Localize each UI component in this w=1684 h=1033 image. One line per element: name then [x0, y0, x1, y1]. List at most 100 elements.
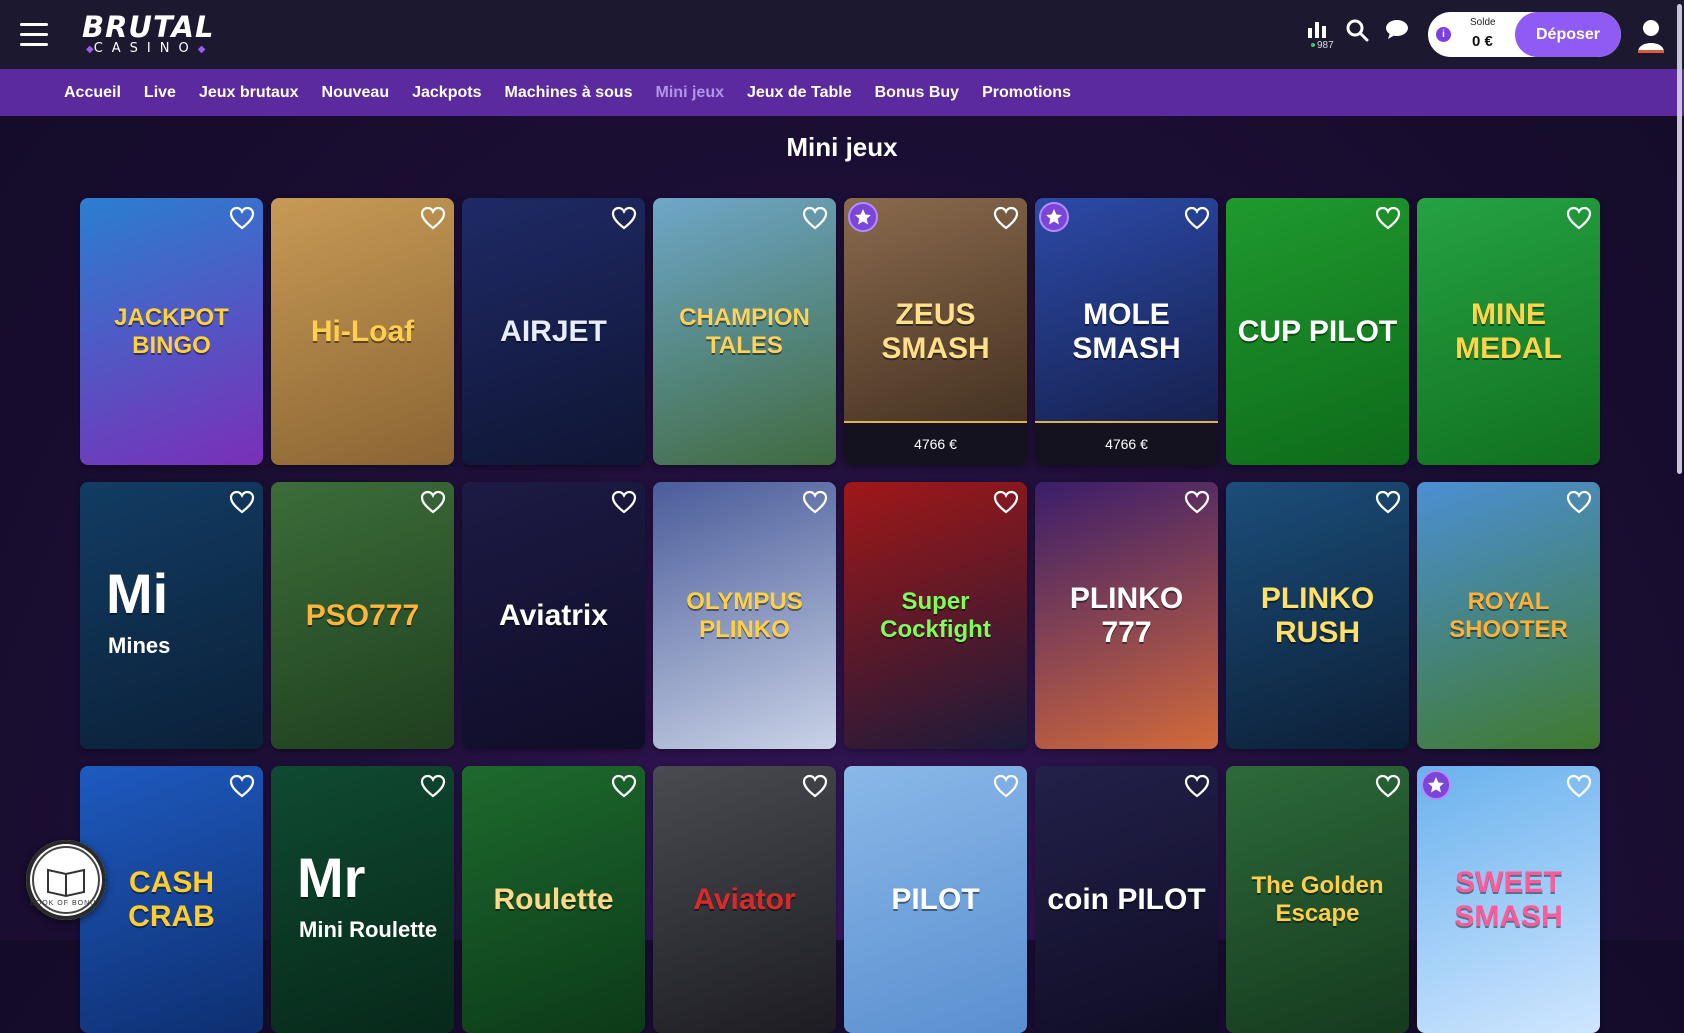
- favorite-heart-icon[interactable]: [1184, 206, 1210, 230]
- game-title: The Golden Escape: [1251, 871, 1384, 927]
- game-tile[interactable]: SWEET SMASH: [1417, 766, 1600, 1033]
- favorite-heart-icon[interactable]: [993, 774, 1019, 798]
- page-title: Mini jeux: [786, 132, 898, 162]
- favorite-heart-icon[interactable]: [802, 774, 828, 798]
- jackpot-amount: 4766 €: [844, 421, 1027, 465]
- favorite-heart-icon[interactable]: [420, 490, 446, 514]
- game-tile[interactable]: Roulette: [462, 766, 645, 1033]
- game-tile[interactable]: Super Cockfight: [844, 482, 1027, 749]
- game-title: Aviator: [693, 882, 796, 916]
- game-tile[interactable]: OLYMPUS PLINKO: [653, 482, 836, 749]
- nav-nouveau[interactable]: Nouveau: [322, 84, 390, 102]
- brand-logo[interactable]: BRUTAL ◆CASINO◆: [82, 12, 232, 58]
- favorite-heart-icon[interactable]: [1566, 490, 1592, 514]
- favorite-heart-icon[interactable]: [802, 490, 828, 514]
- favorite-heart-icon[interactable]: [1184, 774, 1210, 798]
- book-icon: [32, 846, 100, 914]
- game-subtitle: Mini Roulette: [299, 917, 438, 942]
- game-tile[interactable]: JACKPOT BINGO: [80, 198, 263, 465]
- game-tile[interactable]: PSO777: [271, 482, 454, 749]
- favorite-heart-icon[interactable]: [802, 206, 828, 230]
- favorite-heart-icon[interactable]: [1566, 774, 1592, 798]
- favorite-heart-icon[interactable]: [1566, 206, 1592, 230]
- game-title: Hi-Loaf: [310, 314, 415, 348]
- game-title: JACKPOT BINGO: [114, 303, 229, 359]
- favorite-heart-icon[interactable]: [1375, 490, 1401, 514]
- top-header: BRUTAL ◆CASINO◆ 987 i Solde 0 € Déposer: [0, 0, 1684, 69]
- nav-jeux-de-table[interactable]: Jeux de Table: [747, 84, 852, 102]
- game-tile[interactable]: MOLE SMASH 4766 €: [1035, 198, 1218, 465]
- game-tile[interactable]: Aviator: [653, 766, 836, 1033]
- game-tile[interactable]: PLINKO 777: [1035, 482, 1218, 749]
- nav-jackpots[interactable]: Jackpots: [412, 84, 481, 102]
- players-count: 987: [1311, 40, 1334, 51]
- favorite-heart-icon[interactable]: [229, 490, 255, 514]
- game-tile[interactable]: PLINKO RUSH: [1226, 482, 1409, 749]
- nav-jeux-brutaux[interactable]: Jeux brutaux: [199, 84, 299, 102]
- game-title: MINE MEDAL: [1455, 297, 1562, 365]
- deposit-button[interactable]: Déposer: [1515, 12, 1621, 57]
- game-tile[interactable]: The Golden Escape: [1226, 766, 1409, 1033]
- nav-accueil[interactable]: Accueil: [64, 84, 121, 102]
- favorite-heart-icon[interactable]: [1184, 490, 1210, 514]
- game-subtitle: Mines: [108, 633, 171, 658]
- nav-live[interactable]: Live: [144, 84, 176, 102]
- game-title: PLINKO 777: [1069, 581, 1184, 649]
- balance-widget[interactable]: i Solde 0 € Déposer: [1428, 12, 1621, 57]
- page-scrollbar[interactable]: [1677, 4, 1682, 474]
- game-tile[interactable]: ZEUS SMASH 4766 €: [844, 198, 1027, 465]
- favorite-heart-icon[interactable]: [229, 774, 255, 798]
- favorite-heart-icon[interactable]: [420, 774, 446, 798]
- favorite-heart-icon[interactable]: [611, 774, 637, 798]
- user-avatar-icon[interactable]: [1636, 18, 1666, 54]
- favorite-heart-icon[interactable]: [1375, 206, 1401, 230]
- star-badge-icon: [1421, 770, 1451, 800]
- favorite-heart-icon[interactable]: [993, 206, 1019, 230]
- category-nav: Accueil Live Jeux brutaux Nouveau Jackpo…: [0, 69, 1684, 116]
- game-tile[interactable]: ROYAL SHOOTER: [1417, 482, 1600, 749]
- game-title: AIRJET: [500, 314, 607, 348]
- info-icon[interactable]: i: [1436, 27, 1451, 42]
- game-tile[interactable]: AIRJET: [462, 198, 645, 465]
- game-title: PLINKO RUSH: [1260, 581, 1375, 649]
- nav-bonus-buy[interactable]: Bonus Buy: [875, 84, 959, 102]
- favorite-heart-icon[interactable]: [611, 206, 637, 230]
- search-icon[interactable]: [1345, 18, 1375, 52]
- game-tile[interactable]: MINE MEDAL: [1417, 198, 1600, 465]
- game-tile[interactable]: Aviatrix: [462, 482, 645, 749]
- favorite-heart-icon[interactable]: [1375, 774, 1401, 798]
- game-tile[interactable]: PILOT: [844, 766, 1027, 1033]
- game-title: ROYAL SHOOTER: [1449, 587, 1568, 643]
- jackpot-amount: 4766 €: [1035, 421, 1218, 465]
- nav-mini-jeux[interactable]: Mini jeux: [656, 84, 724, 102]
- game-title: OLYMPUS PLINKO: [686, 587, 803, 643]
- game-tile[interactable]: CHAMPION TALES: [653, 198, 836, 465]
- game-title: CUP PILOT: [1237, 314, 1398, 348]
- favorite-heart-icon[interactable]: [229, 206, 255, 230]
- game-title: ZEUS SMASH: [881, 297, 990, 365]
- chat-icon[interactable]: [1385, 18, 1415, 52]
- favorite-heart-icon[interactable]: [420, 206, 446, 230]
- game-tile[interactable]: CASH CRAB: [80, 766, 263, 1033]
- balance-label: Solde: [1470, 17, 1496, 28]
- book-badge-label: BOOK OF BONUS: [30, 900, 102, 907]
- game-title: CASH CRAB: [128, 865, 215, 933]
- nav-promotions[interactable]: Promotions: [982, 84, 1071, 102]
- hamburger-menu-icon[interactable]: [20, 23, 48, 47]
- book-of-bonus-badge[interactable]: BOOK OF BONUS: [26, 840, 106, 920]
- game-title: Roulette: [493, 882, 614, 916]
- game-title: PSO777: [305, 598, 420, 632]
- stats-icon[interactable]: 987: [1305, 18, 1335, 52]
- favorite-heart-icon[interactable]: [993, 490, 1019, 514]
- game-tile[interactable]: Hi-Loaf: [271, 198, 454, 465]
- nav-machines-a-sous[interactable]: Machines à sous: [504, 84, 632, 102]
- game-title: SWEET SMASH: [1454, 865, 1563, 933]
- logo-wordmark: BRUTAL: [82, 10, 215, 44]
- game-tile[interactable]: CUP PILOT: [1226, 198, 1409, 465]
- game-title: Mi: [106, 562, 169, 626]
- logo-subtitle: ◆CASINO◆: [86, 41, 206, 56]
- game-tile[interactable]: Mr Mini Roulette: [271, 766, 454, 1033]
- game-tile[interactable]: Mi Mines: [80, 482, 263, 749]
- favorite-heart-icon[interactable]: [611, 490, 637, 514]
- game-tile[interactable]: coin PILOT: [1035, 766, 1218, 1033]
